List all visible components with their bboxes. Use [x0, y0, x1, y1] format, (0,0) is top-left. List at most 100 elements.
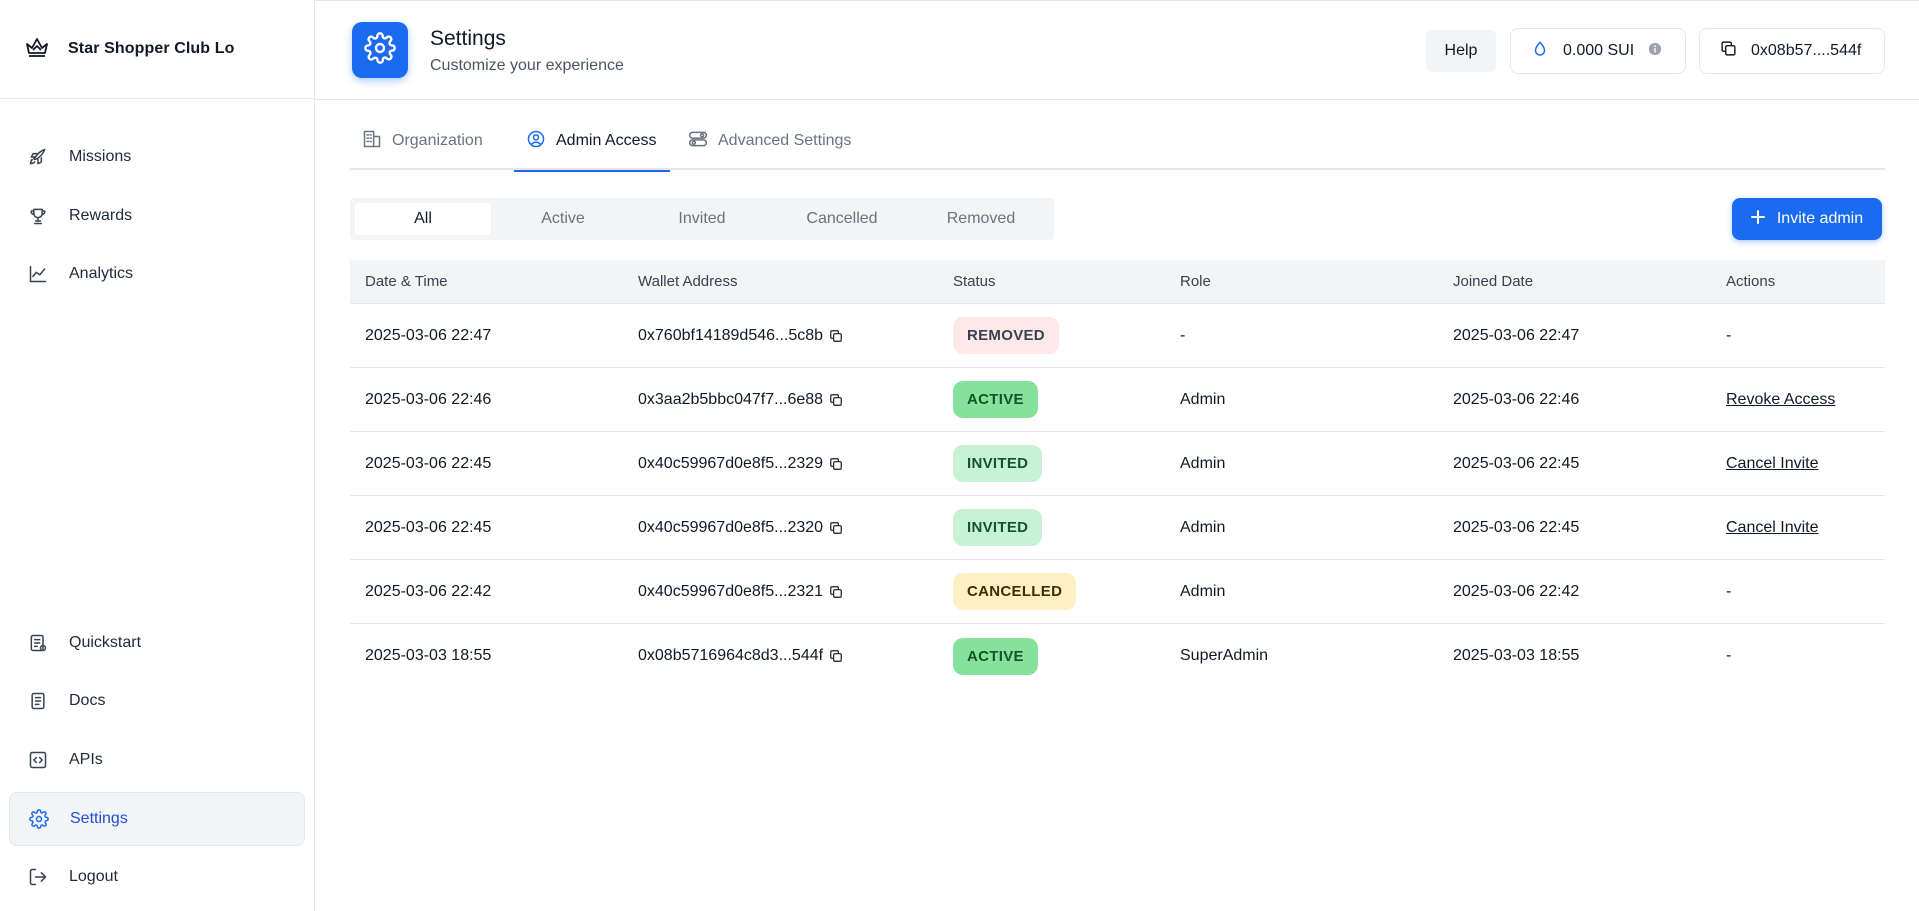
sidebar-item-quickstart[interactable]: Quickstart: [9, 616, 305, 670]
role-cell: Admin: [1180, 518, 1226, 536]
role-cell: Admin: [1180, 582, 1226, 600]
tab-organization[interactable]: Organization: [350, 118, 497, 170]
sidebar-item-settings[interactable]: Settings: [9, 792, 305, 846]
filter-removed[interactable]: Removed: [913, 203, 1049, 235]
sidebar-item-label: Rewards: [69, 207, 133, 224]
sidebar-item-label: Missions: [69, 148, 132, 165]
user-circle-icon: [526, 129, 546, 154]
tab-label: Advanced Settings: [718, 132, 852, 149]
tab-admin-access[interactable]: Admin Access: [514, 118, 671, 172]
wallet-address: 0x760bf14189d546...5c8b: [638, 326, 824, 344]
joined-cell: 2025-03-06 22:45: [1453, 518, 1580, 536]
status-badge: INVITED: [953, 445, 1043, 482]
balance-value: 0.000 SUI: [1563, 42, 1635, 59]
joined-cell: 2025-03-06 22:42: [1453, 582, 1580, 600]
table-row: 2025-03-06 22:45 0x40c59967d0e8f5...2320…: [350, 496, 1885, 560]
cancel-invite-link[interactable]: Cancel Invite: [1726, 455, 1819, 473]
tab-advanced-settings[interactable]: Advanced Settings: [676, 118, 865, 170]
toggles-icon: [688, 129, 708, 154]
sidebar-item-label: APIs: [69, 751, 103, 768]
copy-icon[interactable]: [829, 649, 843, 663]
brand[interactable]: Star Shopper Club Lo: [0, 0, 314, 99]
filter-cancelled[interactable]: Cancelled: [774, 203, 910, 235]
filter-all[interactable]: All: [355, 203, 491, 235]
sidebar-item-docs[interactable]: Docs: [9, 674, 305, 728]
building-icon: [362, 129, 382, 154]
code-icon: [27, 749, 49, 771]
sidebar-item-rewards[interactable]: Rewards: [9, 189, 305, 243]
status-cell: CANCELLED: [953, 560, 1077, 623]
copy-icon[interactable]: [829, 521, 843, 535]
datetime-cell: 2025-03-03 18:55: [365, 647, 492, 664]
datetime-cell: 2025-03-06 22:47: [365, 326, 492, 344]
action-cell: Revoke Access: [1726, 368, 1835, 431]
sidebar-item-label: Logout: [69, 868, 118, 885]
document-icon: [27, 690, 49, 712]
joined-cell: 2025-03-06 22:46: [1453, 390, 1580, 408]
column-header: Joined Date: [1453, 273, 1534, 290]
action-cell: Cancel Invite: [1726, 432, 1819, 495]
wallet-address: 0x40c59967d0e8f5...2320: [638, 518, 824, 536]
sidebar: Star Shopper Club Lo Missions Rewards An…: [0, 0, 315, 911]
joined-cell: 2025-03-06 22:47: [1453, 326, 1580, 344]
wallet-cell: 0x760bf14189d546...5c8b: [638, 304, 843, 367]
wallet-cell: 0x08b5716964c8d3...544f: [638, 624, 843, 688]
trophy-icon: [27, 205, 49, 227]
droplet-icon: [1531, 40, 1549, 63]
copy-icon: [1720, 40, 1737, 62]
table-header: Date & Time Wallet Address Status Role J…: [350, 260, 1885, 304]
sidebar-item-logout[interactable]: Logout: [9, 850, 305, 904]
gear-icon: [28, 808, 50, 830]
copy-icon[interactable]: [829, 585, 843, 599]
role-cell: -: [1180, 326, 1186, 344]
wallet-cell: 0x40c59967d0e8f5...2329: [638, 432, 843, 495]
filter-active[interactable]: Active: [495, 203, 631, 235]
plus-icon: [1750, 209, 1765, 229]
status-cell: INVITED: [953, 496, 1043, 559]
role-cell: SuperAdmin: [1180, 647, 1269, 664]
copy-icon[interactable]: [829, 457, 843, 471]
sidebar-item-label: Quickstart: [69, 634, 142, 651]
clipboard-icon: [27, 632, 49, 654]
column-header: Role: [1180, 273, 1211, 290]
rocket-icon: [27, 146, 49, 168]
tab-label: Organization: [392, 132, 483, 149]
balance-button[interactable]: 0.000 SUI: [1510, 28, 1686, 74]
joined-cell: 2025-03-06 22:45: [1453, 454, 1580, 472]
revoke-access-link[interactable]: Revoke Access: [1726, 391, 1835, 409]
status-filter: All Active Invited Cancelled Removed: [350, 198, 1054, 240]
sidebar-item-analytics[interactable]: Analytics: [9, 247, 305, 301]
copy-icon[interactable]: [829, 329, 843, 343]
status-badge: ACTIVE: [953, 381, 1038, 418]
status-cell: ACTIVE: [953, 368, 1038, 431]
info-icon[interactable]: [1648, 42, 1662, 61]
sidebar-item-label: Settings: [70, 810, 128, 827]
sidebar-item-apis[interactable]: APIs: [9, 733, 305, 787]
brand-name: Star Shopper Club Lo: [68, 40, 235, 57]
action-cell: -: [1726, 647, 1732, 664]
filter-invited[interactable]: Invited: [634, 203, 770, 235]
page-title: Settings: [430, 27, 506, 50]
copy-icon[interactable]: [829, 393, 843, 407]
help-button[interactable]: Help: [1426, 30, 1496, 72]
logout-icon: [27, 866, 49, 888]
column-header: Actions: [1726, 273, 1776, 290]
column-header: Wallet Address: [638, 273, 738, 290]
wallet-address: 0x3aa2b5bbc047f7...6e88: [638, 390, 824, 408]
wallet-address: 0x08b5716964c8d3...544f: [638, 647, 824, 664]
wallet-address-button[interactable]: 0x08b57....544f: [1699, 28, 1885, 74]
sidebar-item-label: Docs: [69, 692, 106, 709]
table-row: 2025-03-06 22:45 0x40c59967d0e8f5...2329…: [350, 432, 1885, 496]
invite-admin-button[interactable]: Invite admin: [1732, 198, 1882, 240]
cancel-invite-link[interactable]: Cancel Invite: [1726, 519, 1819, 537]
sidebar-item-missions[interactable]: Missions: [9, 130, 305, 184]
datetime-cell: 2025-03-06 22:45: [365, 518, 492, 536]
table-row: 2025-03-06 22:46 0x3aa2b5bbc047f7...6e88…: [350, 368, 1885, 432]
joined-cell: 2025-03-03 18:55: [1453, 647, 1580, 664]
table-row: 2025-03-06 22:42 0x40c59967d0e8f5...2321…: [350, 560, 1885, 624]
admin-table: Date & Time Wallet Address Status Role J…: [350, 260, 1885, 688]
sidebar-item-label: Analytics: [69, 265, 134, 282]
action-cell: -: [1726, 582, 1732, 600]
wallet-address: 0x40c59967d0e8f5...2329: [638, 454, 824, 472]
role-cell: Admin: [1180, 454, 1226, 472]
